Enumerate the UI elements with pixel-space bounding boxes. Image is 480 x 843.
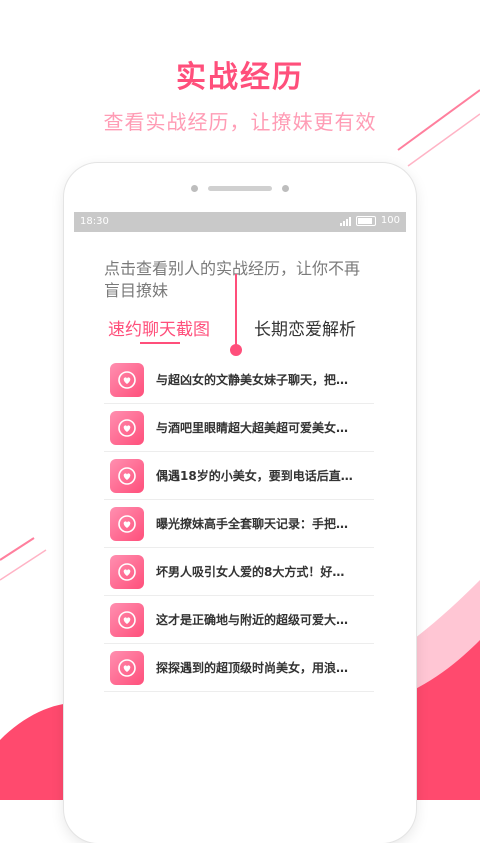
list-item[interactable]: 曝光撩妹高手全套聊天记录：手把… [104, 500, 374, 548]
list-item-title: 坏男人吸引女人爱的8大方式！好… [156, 565, 345, 579]
status-time: 18:30 [80, 216, 109, 227]
heart-chat-icon [110, 458, 144, 493]
phone-top-bar [64, 185, 416, 192]
sensor-dot [282, 185, 289, 192]
heart-chat-icon [110, 650, 144, 685]
list-item[interactable]: 与超凶女的文静美女妹子聊天，把… [104, 356, 374, 404]
heart-chat-icon [110, 362, 144, 397]
status-right: 100 [339, 215, 400, 226]
battery-icon [355, 215, 376, 226]
heart-chat-icon [110, 506, 144, 541]
heart-chat-icon [110, 554, 144, 589]
list-item[interactable]: 与酒吧里眼睛超大超美超可爱美女… [104, 404, 374, 452]
tab-love-analysis[interactable]: 长期恋爱解析 [254, 315, 356, 340]
speaker-slot [208, 186, 272, 191]
tab-chat-screenshots[interactable]: 速约聊天截图 [108, 315, 210, 340]
list-item-title: 这才是正确地与附近的超级可爱大… [156, 613, 349, 627]
status-bar: 18:30 100 [74, 212, 406, 232]
list-item[interactable]: 探探遇到的超顶级时尚美女，用浪… [104, 644, 374, 692]
page-title: 实战经历 [176, 60, 304, 95]
intro-text: 点击查看别人的实战经历，让你不再盲目撩妹 [104, 259, 361, 300]
tab-active-underline [140, 342, 180, 344]
pointer-line [235, 274, 237, 346]
list-item[interactable]: 坏男人吸引女人爱的8大方式！好… [104, 548, 374, 596]
heart-chat-icon [110, 410, 144, 445]
pointer-dot [230, 344, 242, 356]
list-item-title: 与酒吧里眼睛超大超美超可爱美女… [156, 421, 349, 435]
battery-level: 100 [380, 215, 400, 226]
experience-list: 与超凶女的文静美女妹子聊天，把… 与酒吧里眼睛超大超美超可爱美女… 偶遇18岁的… [104, 356, 374, 692]
page-subtitle: 查看实战经历，让撩妹更有效 [103, 110, 377, 134]
heart-chat-icon [110, 602, 144, 637]
list-item[interactable]: 偶遇18岁的小美女，要到电话后直… [104, 452, 374, 500]
list-item-title: 曝光撩妹高手全套聊天记录：手把… [156, 517, 349, 531]
camera-dot [191, 185, 198, 192]
list-item-title: 探探遇到的超顶级时尚美女，用浪… [156, 661, 349, 675]
list-item[interactable]: 这才是正确地与附近的超级可爱大… [104, 596, 374, 644]
signal-icon [339, 216, 351, 226]
list-item-title: 与超凶女的文静美女妹子聊天，把… [156, 373, 349, 387]
list-item-title: 偶遇18岁的小美女，要到电话后直… [156, 469, 353, 483]
